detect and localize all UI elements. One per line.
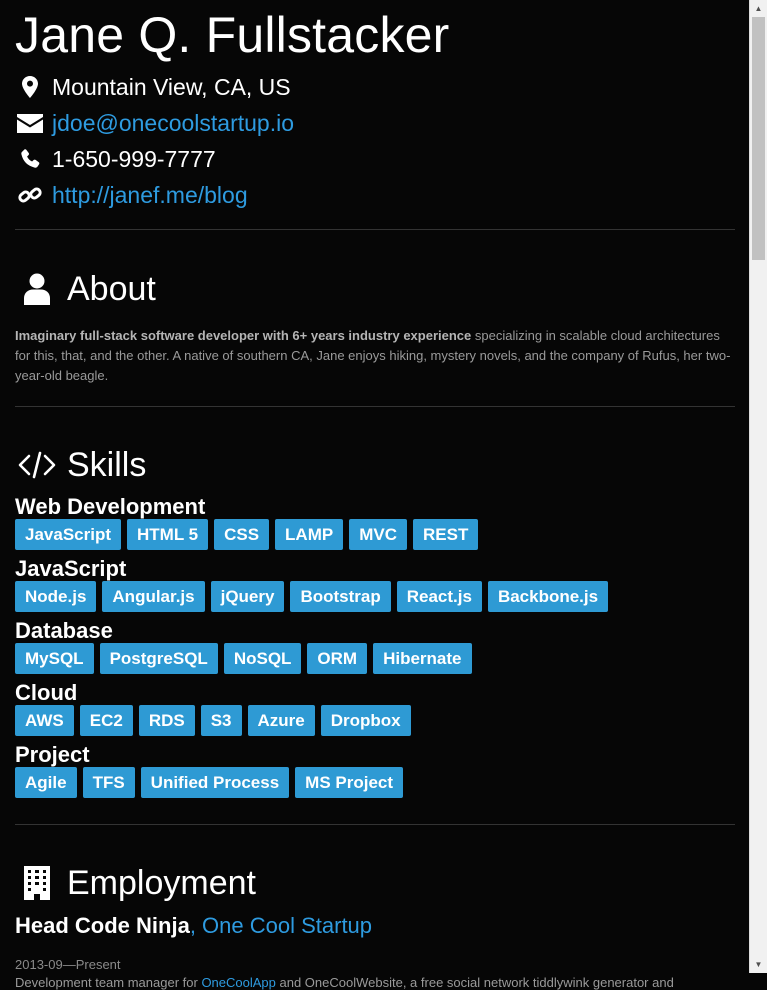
- phone-text: 1-650-999-7777: [52, 145, 216, 172]
- skills-group: Project Agile TFS Unified Process MS Pro…: [15, 743, 735, 799]
- skill-tag: jQuery: [210, 581, 285, 612]
- skills-title: Skills: [67, 445, 147, 484]
- skill-tag: Unified Process: [140, 767, 290, 798]
- skills-group: Database MySQL PostgreSQL NoSQL ORM Hibe…: [15, 619, 735, 675]
- job-description: Development team manager for OneCoolApp …: [15, 975, 735, 990]
- skills-group: Web Development JavaScript HTML 5 CSS LA…: [15, 495, 735, 551]
- skill-tag: Dropbox: [320, 705, 411, 736]
- contact-website[interactable]: http://janef.me/blog: [15, 177, 735, 213]
- skill-tag: RDS: [138, 705, 195, 736]
- user-icon: [15, 273, 59, 305]
- skill-category-title: Project: [15, 742, 90, 767]
- skill-category-title: Cloud: [15, 680, 78, 705]
- skill-tag: Bootstrap: [290, 581, 391, 612]
- phone-icon: [15, 145, 45, 173]
- job-heading: Head Code Ninja, One Cool Startup: [15, 913, 735, 939]
- code-icon: [15, 451, 59, 479]
- divider: [15, 824, 735, 825]
- contact-email[interactable]: jdoe@onecoolstartup.io: [15, 105, 735, 141]
- skills-group: JavaScript Node.js Angular.js jQuery Boo…: [15, 557, 735, 613]
- skill-tag: MySQL: [15, 643, 94, 674]
- skill-tag: PostgreSQL: [99, 643, 218, 674]
- skill-tag: MVC: [349, 519, 407, 550]
- scroll-up-arrow-icon[interactable]: ▲: [750, 0, 767, 17]
- skill-tag: CSS: [214, 519, 270, 550]
- skill-tags: MySQL PostgreSQL NoSQL ORM Hibernate: [15, 643, 735, 675]
- scrollbar-thumb[interactable]: [752, 17, 765, 260]
- contact-location: Mountain View, CA, US: [15, 69, 735, 105]
- website-link[interactable]: http://janef.me/blog: [52, 182, 248, 209]
- app-link[interactable]: OneCoolApp: [201, 975, 275, 990]
- building-icon: [15, 866, 59, 900]
- skill-tag: React.js: [396, 581, 482, 612]
- job-title: Head Code Ninja: [15, 913, 190, 938]
- skill-tag: Node.js: [15, 581, 97, 612]
- skill-tag: TFS: [82, 767, 135, 798]
- job-desc-post: and OneCoolWebsite, a free social networ…: [275, 975, 674, 990]
- skill-tag: REST: [413, 519, 479, 550]
- employment-heading: Employment: [15, 863, 735, 903]
- job-title-separator: ,: [189, 913, 203, 938]
- skill-tag: HTML 5: [127, 519, 209, 550]
- email-link[interactable]: jdoe@onecoolstartup.io: [52, 110, 294, 137]
- skill-tag: Agile: [15, 767, 77, 798]
- skill-tag: Azure: [247, 705, 315, 736]
- location-text: Mountain View, CA, US: [52, 73, 291, 100]
- skill-tag: LAMP: [275, 519, 344, 550]
- skill-tag: JavaScript: [15, 519, 121, 550]
- skill-category-title: Web Development: [15, 494, 206, 519]
- job-dates: 2013-09—Present: [15, 957, 121, 972]
- divider: [15, 406, 735, 407]
- link-icon: [15, 181, 45, 209]
- skill-tags: Node.js Angular.js jQuery Bootstrap Reac…: [15, 581, 735, 613]
- company-link[interactable]: One Cool Startup: [202, 913, 372, 938]
- skill-tag: AWS: [15, 705, 74, 736]
- page-title: Jane Q. Fullstacker: [15, 7, 450, 63]
- contact-list: Mountain View, CA, US jdoe@onecoolstartu…: [15, 69, 735, 213]
- employment-section: Employment Head Code Ninja, One Cool Sta…: [15, 863, 735, 990]
- skill-category-title: Database: [15, 618, 113, 643]
- contact-phone: 1-650-999-7777: [15, 141, 735, 177]
- skill-tag: ORM: [307, 643, 368, 674]
- employment-title: Employment: [67, 863, 256, 902]
- skills-heading: Skills: [15, 445, 735, 485]
- resume-page: Jane Q. Fullstacker Mountain View, CA, U…: [15, 0, 735, 990]
- envelope-icon: [15, 109, 45, 137]
- skills-group: Cloud AWS EC2 RDS S3 Azure Dropbox: [15, 681, 735, 737]
- skill-category-title: JavaScript: [15, 556, 127, 581]
- skill-tags: Agile TFS Unified Process MS Project: [15, 767, 735, 799]
- skill-tag: NoSQL: [223, 643, 302, 674]
- vertical-scrollbar[interactable]: ▲ ▼: [749, 0, 767, 973]
- skill-tag: Hibernate: [373, 643, 472, 674]
- job-desc-pre: Development team manager for: [15, 975, 202, 990]
- about-summary-bold: Imaginary full-stack software developer …: [15, 328, 472, 343]
- about-section: About Imaginary full-stack software deve…: [15, 269, 735, 386]
- skill-tag: EC2: [79, 705, 133, 736]
- job-entry: Head Code Ninja, One Cool Startup 2013-0…: [15, 913, 735, 990]
- skill-tags: JavaScript HTML 5 CSS LAMP MVC REST: [15, 519, 735, 551]
- scroll-down-arrow-icon[interactable]: ▼: [750, 956, 767, 973]
- skills-section: Skills Web Development JavaScript HTML 5…: [15, 445, 735, 799]
- skill-tag: MS Project: [295, 767, 404, 798]
- map-marker-icon: [15, 73, 45, 101]
- skill-tag: Angular.js: [102, 581, 205, 612]
- about-heading: About: [15, 269, 735, 309]
- divider: [15, 229, 735, 230]
- about-title: About: [67, 269, 156, 308]
- skill-tag: S3: [200, 705, 242, 736]
- about-summary: Imaginary full-stack software developer …: [15, 326, 735, 386]
- skill-tag: Backbone.js: [487, 581, 609, 612]
- skill-tags: AWS EC2 RDS S3 Azure Dropbox: [15, 705, 735, 737]
